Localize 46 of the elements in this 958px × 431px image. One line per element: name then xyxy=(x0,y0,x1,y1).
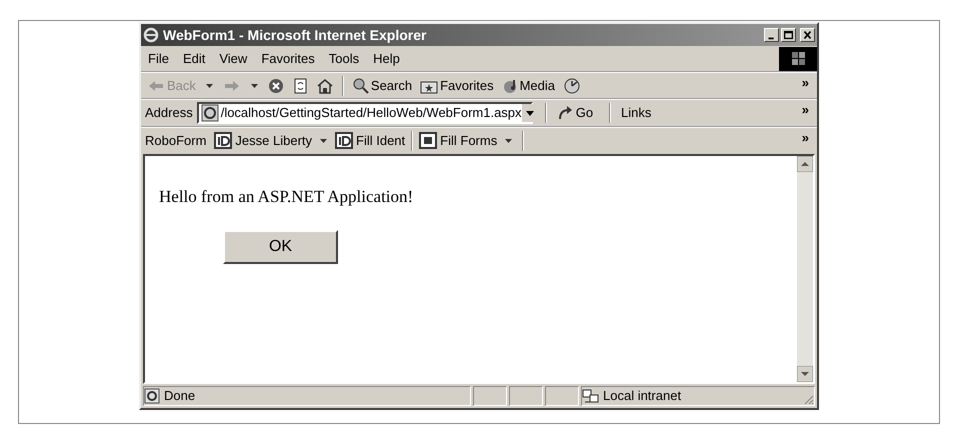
flag-icon xyxy=(790,51,806,66)
chevron-button[interactable]: » xyxy=(802,100,813,120)
clock-icon xyxy=(563,76,581,94)
chevron-button[interactable]: » xyxy=(802,73,813,92)
favorites-button[interactable]: Favorites xyxy=(418,76,496,96)
minimize-button[interactable] xyxy=(764,28,779,42)
go-button[interactable]: Go xyxy=(550,103,600,123)
roboform-button[interactable]: Jesse Liberty xyxy=(214,131,312,151)
form-icon xyxy=(419,132,438,150)
links-button[interactable]: Links xyxy=(621,103,652,123)
zone-text: Local intranet xyxy=(603,387,682,406)
scroll-down-icon xyxy=(797,366,813,382)
page-icon xyxy=(200,104,219,122)
home-icon xyxy=(316,78,334,94)
curved-arrow-icon xyxy=(556,105,573,121)
address-label: Address xyxy=(145,104,193,122)
chevron-button[interactable]: » xyxy=(802,128,813,148)
menu-item[interactable]: File xyxy=(141,48,176,68)
network-icon xyxy=(582,388,599,404)
scroll-up-icon xyxy=(797,156,813,172)
maximize-button[interactable] xyxy=(781,28,796,42)
page-icon xyxy=(144,388,160,404)
menu-item[interactable]: Favorites xyxy=(254,48,322,68)
window-title: WebForm1 - Microsoft Internet Explorer xyxy=(163,26,426,45)
id-card-icon xyxy=(335,132,354,150)
status-panel xyxy=(473,386,507,406)
refresh-icon xyxy=(292,78,308,94)
roboform-button[interactable]: Fill Forms xyxy=(419,131,498,151)
roboform-button[interactable]: Fill Ident xyxy=(335,131,406,151)
message-text: Hello from an ASP.NET Application! xyxy=(159,186,414,208)
id-card-icon xyxy=(214,132,232,150)
menu-item[interactable]: Help xyxy=(366,48,407,68)
menu-item[interactable]: Tools xyxy=(322,48,366,68)
search-button[interactable]: Search xyxy=(350,76,414,96)
stop-icon xyxy=(268,78,284,94)
roboform-label: RoboForm xyxy=(145,132,206,150)
magnifier-icon xyxy=(352,77,369,94)
status-text: Done xyxy=(164,387,196,406)
close-button[interactable] xyxy=(800,28,815,42)
ok-button[interactable]: OK xyxy=(223,230,338,264)
menu-item[interactable]: Edit xyxy=(176,48,212,68)
vertical-scrollbar[interactable] xyxy=(797,156,813,382)
menu-item[interactable]: View xyxy=(212,48,254,68)
status-panel xyxy=(545,386,579,406)
media-button[interactable]: Media xyxy=(500,76,557,96)
status-panel xyxy=(509,386,543,406)
